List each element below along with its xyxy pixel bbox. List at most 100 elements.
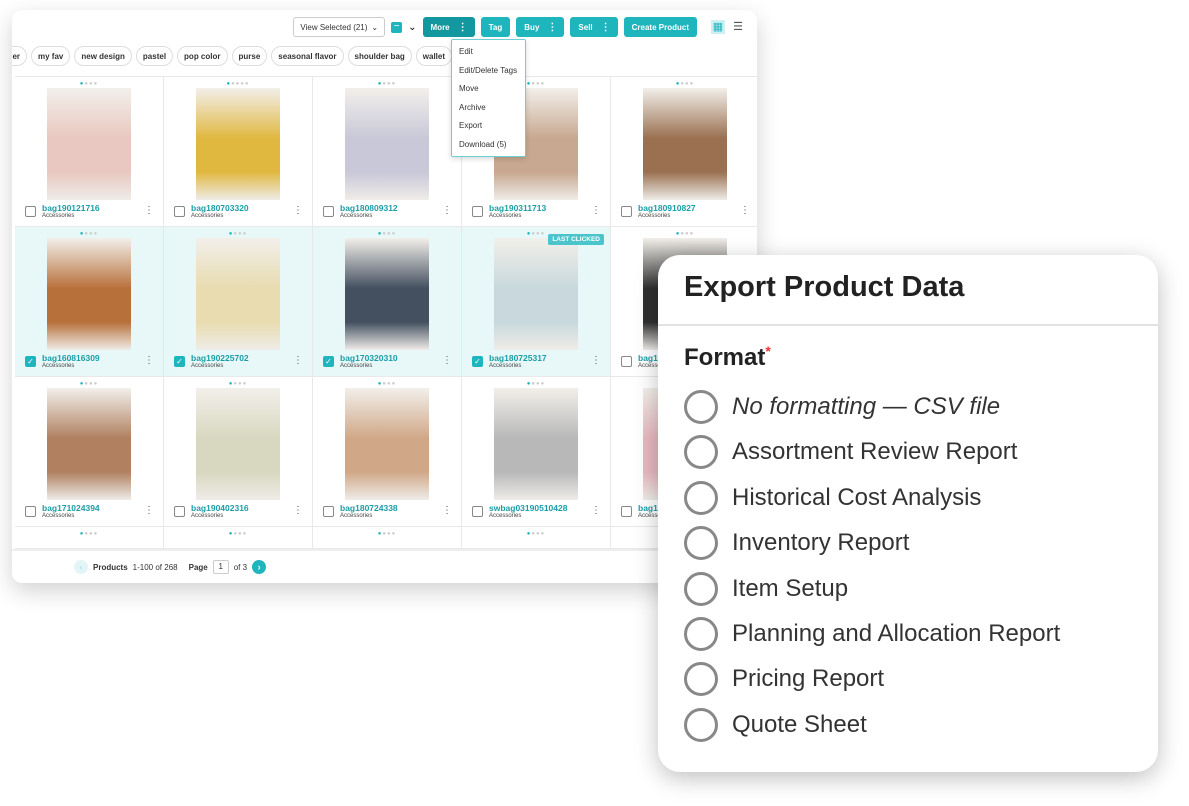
- next-page-icon[interactable]: ›: [252, 560, 267, 574]
- product-name[interactable]: swbag03190510428: [489, 503, 567, 513]
- product-checkbox[interactable]: [174, 506, 185, 517]
- sell-button[interactable]: Sell ⋮: [570, 17, 618, 37]
- tag-chip[interactable]: pop color: [177, 46, 228, 66]
- image-carousel-dots[interactable]: ●●●●: [611, 81, 757, 87]
- select-all-checkbox[interactable]: −: [391, 21, 403, 33]
- product-name[interactable]: bag190311713: [489, 203, 546, 213]
- radio-button[interactable]: [684, 617, 718, 651]
- product-card[interactable]: ●●●● ✓ bag170320310 Accessories ⋮: [313, 227, 462, 377]
- image-carousel-dots[interactable]: ●●●●: [462, 531, 610, 537]
- product-checkbox[interactable]: [25, 206, 36, 217]
- product-checkbox[interactable]: [323, 206, 334, 217]
- kebab-icon[interactable]: ⋮: [442, 205, 452, 216]
- image-carousel-dots[interactable]: ●●●●: [15, 81, 163, 87]
- product-image[interactable]: [47, 238, 131, 350]
- kebab-icon[interactable]: ⋮: [293, 505, 303, 516]
- list-view-icon[interactable]: ☰: [731, 20, 745, 34]
- more-button[interactable]: More ⋮: [422, 17, 475, 37]
- format-option[interactable]: Planning and Allocation Report: [684, 617, 1060, 651]
- product-card[interactable]: ●●●●: [313, 527, 462, 549]
- image-carousel-dots[interactable]: ●●●●: [313, 381, 461, 387]
- product-image[interactable]: [345, 388, 429, 500]
- product-checkbox[interactable]: [25, 506, 36, 517]
- product-card[interactable]: ●●●●: [15, 527, 164, 549]
- image-carousel-dots[interactable]: ●●●●: [611, 231, 757, 237]
- format-option[interactable]: Historical Cost Analysis: [684, 480, 981, 515]
- kebab-icon[interactable]: ⋮: [144, 355, 154, 366]
- product-card[interactable]: ●●●● swbag03190510428 Accessories ⋮: [462, 377, 611, 527]
- product-name[interactable]: bag190121716: [42, 203, 100, 213]
- format-option[interactable]: Quote Sheet: [684, 707, 867, 742]
- radio-button[interactable]: [684, 526, 718, 561]
- page-input[interactable]: 1: [212, 560, 229, 574]
- product-checkbox[interactable]: ✓: [323, 356, 334, 367]
- menu-item-export[interactable]: Export: [452, 116, 525, 135]
- kebab-icon[interactable]: ⋮: [591, 355, 601, 366]
- menu-item-move[interactable]: Move: [452, 79, 525, 98]
- product-name[interactable]: bag160816309: [42, 353, 100, 363]
- image-carousel-dots[interactable]: ●●●●: [15, 531, 163, 537]
- image-carousel-dots[interactable]: ●●●●: [313, 531, 461, 537]
- product-image[interactable]: [196, 238, 280, 350]
- format-option[interactable]: No formatting — CSV file: [684, 390, 1000, 424]
- product-checkbox[interactable]: [621, 356, 632, 367]
- create-product-button[interactable]: Create Product: [623, 17, 697, 37]
- tag-button[interactable]: Tag: [480, 17, 511, 37]
- tag-chip[interactable]: pastel: [135, 46, 174, 66]
- image-carousel-dots[interactable]: ●●●●: [313, 231, 461, 237]
- chevron-down-icon[interactable]: ⌄: [408, 22, 416, 33]
- view-selected-dropdown[interactable]: View Selected (21) ⌄: [293, 17, 386, 37]
- kebab-icon[interactable]: ⋮: [740, 205, 750, 216]
- product-name[interactable]: bag190402316: [191, 503, 249, 513]
- kebab-icon[interactable]: ⋮: [442, 355, 452, 366]
- product-card[interactable]: ●●●● ✓ bag190225702 Accessories ⋮: [164, 227, 313, 377]
- product-checkbox[interactable]: [621, 206, 632, 217]
- product-image[interactable]: [643, 88, 727, 200]
- tag-chip[interactable]: other: [12, 46, 27, 66]
- kebab-icon[interactable]: ⋮: [442, 505, 452, 516]
- product-name[interactable]: bag190225702: [191, 353, 249, 363]
- tag-chip[interactable]: new design: [74, 46, 132, 66]
- product-card[interactable]: ●●●●● bag180703320 Accessories ⋮: [164, 77, 313, 227]
- image-carousel-dots[interactable]: ●●●●: [164, 231, 312, 237]
- product-card[interactable]: ●●●●: [164, 527, 313, 549]
- product-card[interactable]: ●●●●: [462, 527, 611, 549]
- product-image[interactable]: [345, 238, 429, 350]
- format-option[interactable]: Pricing Report: [684, 662, 884, 697]
- kebab-icon[interactable]: ⋮: [144, 505, 154, 516]
- radio-button[interactable]: [684, 435, 718, 470]
- product-card[interactable]: ●●●● ✓ bag160816309 Accessories ⋮: [15, 227, 164, 377]
- product-checkbox[interactable]: [472, 506, 483, 517]
- product-card[interactable]: ●●●● bag180809312 Accessories ⋮: [313, 77, 462, 227]
- product-image[interactable]: [494, 388, 578, 500]
- product-image[interactable]: [47, 388, 131, 500]
- kebab-icon[interactable]: ⋮: [293, 205, 303, 216]
- format-option[interactable]: Assortment Review Report: [684, 435, 1017, 470]
- product-checkbox[interactable]: [472, 206, 483, 217]
- image-carousel-dots[interactable]: ●●●●: [15, 381, 163, 387]
- product-card[interactable]: ●●●● bag180724338 Accessories ⋮: [313, 377, 462, 527]
- product-image[interactable]: [47, 88, 131, 200]
- grid-view-icon[interactable]: ▦: [711, 20, 725, 34]
- radio-button[interactable]: [684, 390, 718, 424]
- buy-button[interactable]: Buy ⋮: [516, 17, 565, 37]
- product-name[interactable]: bag180725317: [489, 353, 547, 363]
- format-option[interactable]: Item Setup: [684, 571, 848, 606]
- image-carousel-dots[interactable]: ●●●●: [164, 381, 312, 387]
- image-carousel-dots[interactable]: ●●●●: [313, 81, 461, 87]
- product-checkbox[interactable]: [621, 506, 632, 517]
- product-checkbox[interactable]: ✓: [174, 356, 185, 367]
- product-name[interactable]: bag180809312: [340, 203, 398, 213]
- tag-chip[interactable]: wallet: [415, 46, 453, 66]
- product-image[interactable]: [196, 388, 280, 500]
- product-image[interactable]: [494, 238, 578, 350]
- image-carousel-dots[interactable]: ●●●●: [462, 381, 610, 387]
- radio-button[interactable]: [684, 707, 718, 742]
- radio-button[interactable]: [684, 480, 718, 515]
- tag-chip[interactable]: seasonal flavor: [271, 46, 344, 66]
- kebab-icon[interactable]: ⋮: [591, 205, 601, 216]
- image-carousel-dots[interactable]: ●●●●●: [164, 81, 312, 87]
- tag-chip[interactable]: shoulder bag: [347, 46, 412, 66]
- kebab-icon[interactable]: ⋮: [591, 505, 601, 516]
- image-carousel-dots[interactable]: ●●●●: [164, 531, 312, 537]
